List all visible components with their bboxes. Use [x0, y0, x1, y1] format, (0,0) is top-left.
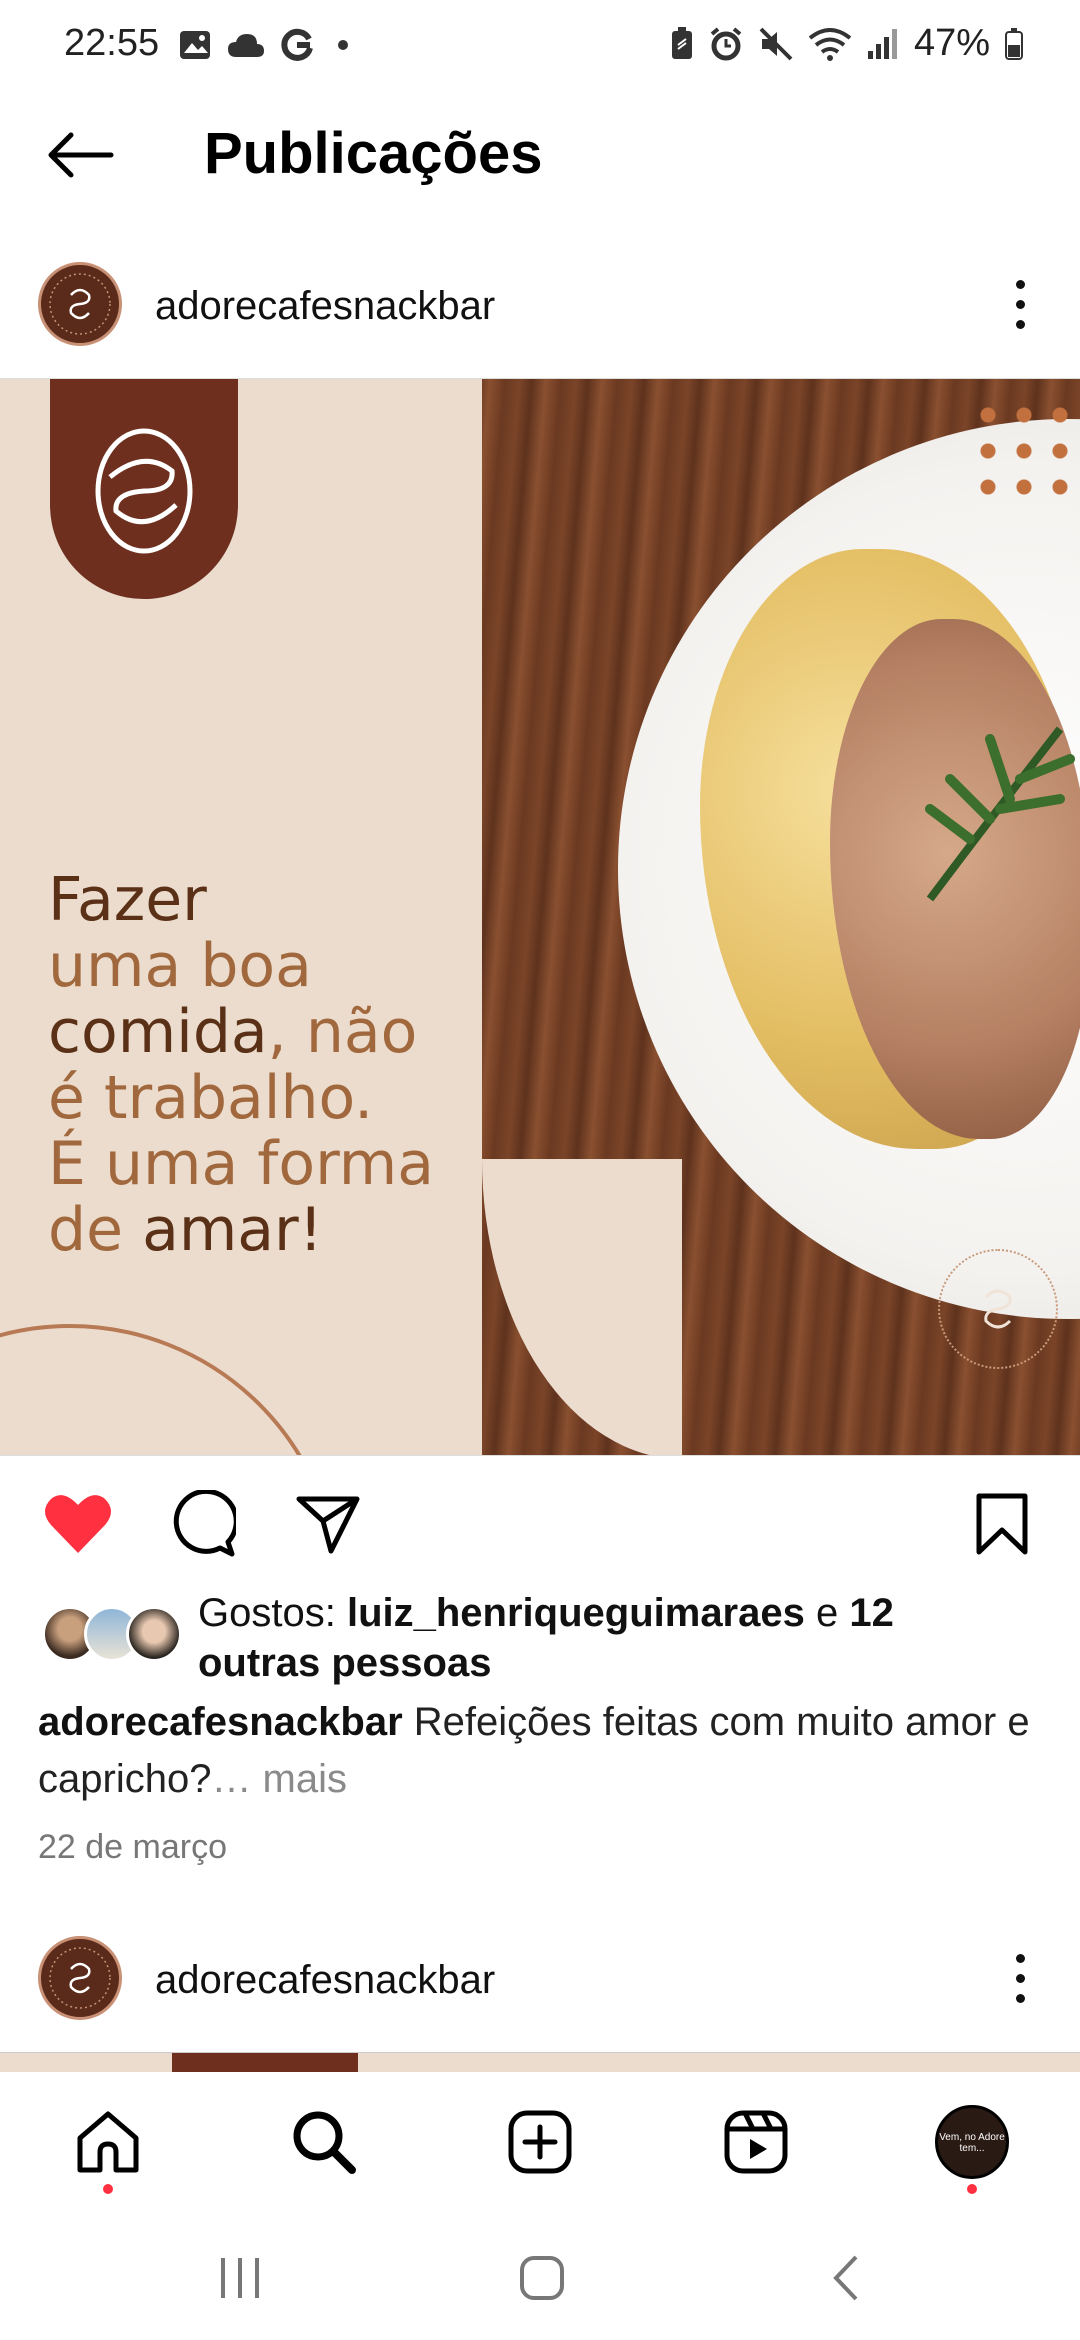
cloud-icon [228, 34, 264, 57]
next-brand-tab [172, 2053, 358, 2073]
more-dot-icon [1015, 1973, 1025, 1983]
headline-line: comida, não [48, 997, 418, 1067]
headline-line: É uma forma [48, 1129, 434, 1199]
adore-brand-icon [95, 428, 193, 554]
battery-percentage: 47% [913, 22, 990, 64]
comment-button[interactable] [162, 1484, 242, 1564]
caption: adorecafesnackbar Refeições feitas com m… [38, 1694, 1048, 1808]
adore-watermark-logo [938, 1249, 1058, 1369]
more-dot-icon [1015, 1993, 1025, 2003]
battery-saver-icon [671, 26, 692, 59]
avatar [126, 1606, 182, 1662]
nav-search[interactable] [284, 2102, 364, 2182]
back-button[interactable] [40, 122, 120, 188]
likes-text: Gostos: luiz_henriqueguimaraes e 12 outr… [198, 1591, 894, 1685]
profile-avatar: Vem, no Adore tem... [935, 2105, 1009, 2179]
create-icon [508, 2110, 572, 2174]
avatar[interactable] [38, 262, 122, 346]
status-left-icons [178, 28, 358, 62]
brand-logo-tab [50, 379, 238, 599]
dot-icon [338, 40, 348, 50]
post-username[interactable]: adorecafesnackbar [155, 284, 495, 329]
search-icon [293, 2111, 356, 2174]
post-header: adorecafesnackbar [0, 244, 1080, 364]
next-post-header: adorecafesnackbar [0, 1918, 1080, 2038]
alarm-icon [710, 26, 742, 60]
more-dot-icon [1015, 1953, 1025, 1963]
google-icon [281, 28, 313, 61]
heart-icon [45, 1495, 111, 1553]
home-system-button[interactable] [512, 2248, 572, 2308]
more-dot-icon [1015, 279, 1025, 289]
next-post-image[interactable] [0, 2052, 1080, 2073]
bottom-nav: Vem, no Adore tem... [0, 2072, 1080, 2212]
post-image[interactable]: Fazer uma boa comida, não é trabalho. É … [0, 378, 1080, 1456]
watermark-logo-icon [984, 1289, 1012, 1329]
bookmark-icon [976, 1493, 1028, 1555]
decorative-dots [970, 397, 1080, 507]
app-header: Publicações [0, 100, 1080, 210]
headline-line: de amar! [48, 1195, 323, 1265]
nav-home[interactable] [68, 2102, 148, 2182]
mute-icon [759, 27, 793, 60]
share-button[interactable] [288, 1484, 368, 1564]
home-notification-dot [103, 2184, 113, 2194]
post-date: 22 de março [38, 1828, 227, 1866]
wifi-icon [808, 27, 852, 61]
reels-icon [724, 2110, 788, 2174]
more-options-button[interactable] [1000, 274, 1040, 334]
recent-apps-icon [221, 2258, 259, 2298]
gallery-icon [180, 31, 210, 59]
save-button[interactable] [962, 1484, 1042, 1564]
more-dot-icon [1015, 299, 1025, 309]
avatar[interactable] [38, 1936, 122, 2020]
rosemary-icon [925, 726, 1075, 902]
more-dot-icon [1015, 319, 1025, 329]
headline-line: Fazer [48, 865, 207, 935]
likes-row[interactable]: Gostos: luiz_henriqueguimaraes e 12 outr… [0, 1582, 1080, 1692]
home-square-icon [520, 2256, 564, 2300]
nav-profile[interactable]: Vem, no Adore tem... [932, 2102, 1012, 2182]
liker-username[interactable]: luiz_henriqueguimaraes [347, 1591, 805, 1635]
adore-logo-icon [49, 273, 111, 335]
profile-notification-dot [967, 2184, 977, 2194]
send-icon [296, 1496, 360, 1554]
back-chevron-icon [833, 2255, 858, 2301]
nav-reels[interactable] [716, 2102, 796, 2182]
nav-create[interactable] [500, 2102, 580, 2182]
post-actions [0, 1460, 1080, 1580]
caption-username[interactable]: adorecafesnackbar [38, 1700, 403, 1744]
adore-logo-icon [49, 1947, 111, 2009]
status-time: 22:55 [64, 22, 160, 64]
more-link[interactable]: … mais [211, 1757, 347, 1801]
liker-avatars [42, 1606, 182, 1666]
headline-line: uma boa [48, 931, 312, 1001]
status-bar: 22:55 47% [0, 0, 1080, 96]
battery-icon [1005, 27, 1023, 60]
like-button[interactable] [38, 1484, 118, 1564]
signal-icon [867, 28, 897, 59]
status-right: 47% [670, 22, 1024, 65]
comment-icon [173, 1490, 236, 1557]
headline-line: é trabalho. [48, 1063, 374, 1133]
post-username[interactable]: adorecafesnackbar [155, 1958, 495, 2003]
back-system-button[interactable] [816, 2248, 876, 2308]
recent-apps-button[interactable] [210, 2248, 270, 2308]
headline-text: Fazer uma boa comida, não é trabalho. É … [48, 867, 434, 1263]
home-icon [77, 2111, 139, 2173]
page-title: Publicações [204, 121, 543, 186]
system-nav [0, 2212, 1080, 2340]
more-options-button[interactable] [1000, 1948, 1040, 2008]
back-arrow-icon [48, 132, 114, 178]
